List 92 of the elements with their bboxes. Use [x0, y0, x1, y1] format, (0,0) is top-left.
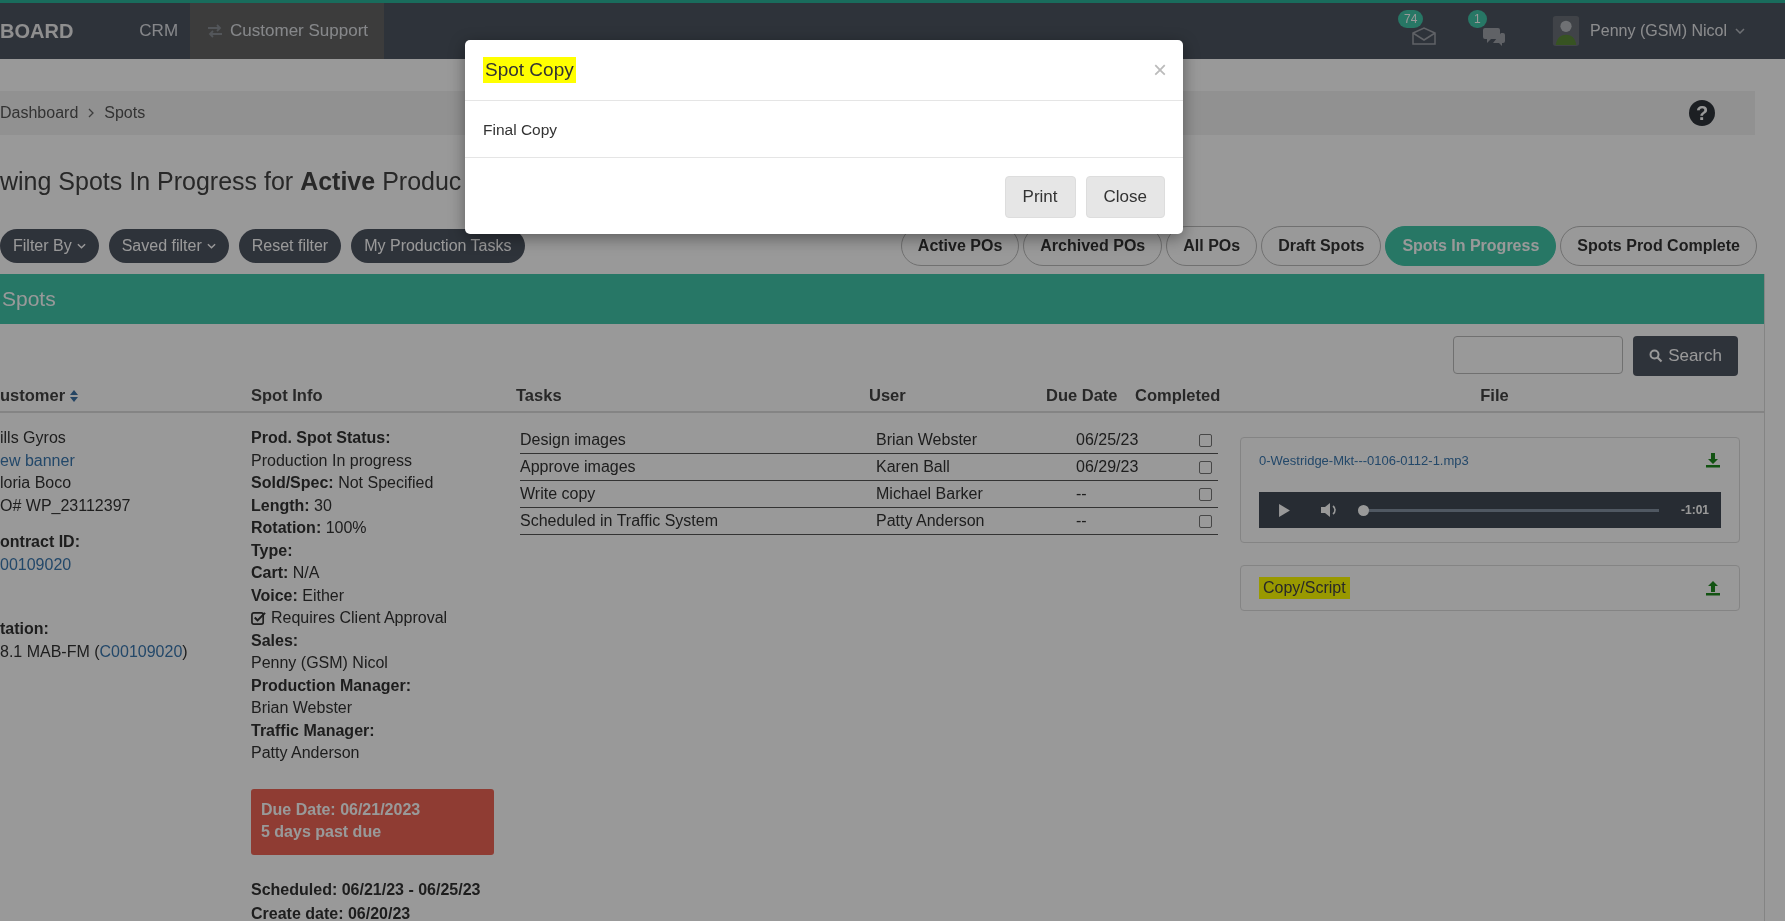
field-value: Brian Webster: [251, 698, 353, 718]
field-value: Patty Anderson: [251, 743, 360, 763]
chat-count-badge: 1: [1468, 10, 1487, 28]
mail-icon[interactable]: [1412, 26, 1437, 46]
field-label: Traffic Manager:: [251, 720, 375, 741]
task-cell-text: Scheduled in Traffic System: [520, 512, 720, 530]
customer-text: O# WP_23112397: [0, 495, 131, 516]
station-text: 8.1 MAB-FM (C00109020): [0, 641, 188, 662]
field-label: tation:: [0, 619, 49, 639]
user-cell-text: Patty Anderson: [876, 512, 986, 530]
due-date-cell-text: --: [1076, 485, 1088, 503]
field-label: Sales:: [251, 630, 299, 651]
swap-icon: [206, 24, 225, 38]
task-cell-text: Write copy: [520, 485, 597, 503]
download-icon[interactable]: [1705, 452, 1721, 468]
contract-link[interactable]: C00109020: [99, 642, 183, 660]
customer-link[interactable]: ew banner: [0, 449, 75, 472]
dialog-text: Final Copy: [483, 121, 558, 138]
dialog-button[interactable]: Close: [1085, 176, 1165, 218]
checkbox-label: Requires Client Approval: [271, 608, 448, 628]
upload-icon[interactable]: [1705, 580, 1721, 596]
user-cell-text: Michael Barker: [876, 485, 984, 503]
copy-script-label: Copy/Script: [1259, 577, 1350, 599]
customer-text: loria Boco: [0, 473, 72, 493]
seek-thumb[interactable]: [1358, 504, 1369, 516]
brand-name[interactable]: BOARD: [0, 19, 74, 43]
field-value: Production In progress: [251, 450, 412, 471]
spot-field: Voice: Either: [251, 584, 345, 607]
spot-field: Cart: N/A: [251, 562, 320, 585]
view-tab[interactable]: Spots Prod Complete: [1560, 226, 1757, 266]
filter-button[interactable]: Reset filter: [238, 229, 342, 263]
dialog-button[interactable]: Print: [1004, 176, 1076, 218]
breadcrumb-link[interactable]: Dashboard: [0, 104, 79, 122]
date-text: Scheduled: 06/21/23 - 06/25/23: [251, 879, 481, 900]
column-header: Spot Info: [251, 386, 324, 405]
spot-field: Rotation: 100%: [251, 517, 367, 540]
nav-link[interactable]: CRM: [131, 3, 187, 59]
user-cell-text: Brian Webster: [876, 431, 979, 449]
field-value: Penny (GSM) Nicol: [251, 653, 388, 673]
time-remaining: -1:01: [1681, 503, 1709, 517]
customer-text: ills Gyros: [0, 428, 66, 448]
column-header: Due Date: [1046, 386, 1119, 405]
spot-field: Sold/Spec: Not Specified: [251, 472, 434, 495]
help-button[interactable]: ?: [1689, 100, 1715, 126]
user-menu[interactable]: Penny (GSM) Nicol: [1590, 22, 1745, 40]
due-date-text: Due Date: 06/21/2023: [261, 799, 421, 820]
completed-checkbox[interactable]: [1199, 487, 1212, 501]
search-field[interactable]: [1453, 336, 1624, 374]
field-label: Production Manager:: [251, 675, 411, 696]
due-date-cell-text: 06/29/23: [1076, 458, 1140, 476]
breadcrumb-link[interactable]: Spots: [104, 104, 146, 122]
mail-count-badge: 74: [1398, 10, 1424, 28]
view-tab[interactable]: Draft Spots: [1261, 226, 1382, 266]
chat-icon[interactable]: [1482, 26, 1507, 46]
filter-button[interactable]: My Production Tasks: [351, 229, 525, 263]
volume-icon[interactable]: [1320, 502, 1338, 518]
filter-button[interactable]: Saved filter: [108, 229, 229, 263]
play-icon[interactable]: [1279, 503, 1290, 517]
chevron-icon: [88, 108, 95, 118]
field-label: Prod. Spot Status:: [251, 428, 391, 448]
date-text: Create date: 06/20/23: [251, 904, 411, 921]
column-header: ustomer: [0, 386, 251, 405]
search-icon: [1649, 349, 1664, 363]
due-date-cell-text: 06/25/23: [1076, 431, 1140, 449]
caret-icon: [1735, 28, 1745, 34]
column-header: Tasks: [516, 386, 563, 405]
nav-link[interactable]: Customer Support: [190, 3, 384, 59]
completed-checkbox[interactable]: [1199, 514, 1212, 528]
search-button[interactable]: Search: [1633, 336, 1738, 376]
avatar-icon[interactable]: [1552, 14, 1581, 48]
completed-checkbox[interactable]: [1199, 433, 1212, 447]
caret-icon: [76, 243, 86, 249]
completed-checkbox[interactable]: [1199, 460, 1212, 474]
caret-icon: [206, 243, 216, 249]
column-header: Completed: [1135, 386, 1222, 405]
sort-icon[interactable]: [70, 389, 79, 402]
column-header: User: [869, 386, 907, 405]
dialog-title: Spot Copy: [483, 57, 576, 83]
field-label: ontract ID:: [0, 532, 80, 552]
spot-field: Type:: [251, 539, 293, 562]
task-cell-text: Design images: [520, 431, 627, 449]
spot-field: Length: 30: [251, 494, 332, 517]
panel-title: Spots: [1, 287, 56, 311]
task-cell-text: Approve images: [520, 458, 637, 476]
due-date-cell-text: --: [1076, 512, 1088, 530]
overdue-text: 5 days past due: [261, 821, 382, 842]
customer-link[interactable]: 00109020: [0, 553, 72, 576]
column-header: File: [1479, 386, 1510, 405]
user-cell-text: Karen Ball: [876, 458, 951, 476]
view-tab[interactable]: All POs: [1166, 226, 1258, 266]
file-link[interactable]: 0-Westridge-Mkt---0106-0112-1.mp3: [1259, 452, 1469, 468]
filter-button[interactable]: Filter By: [0, 229, 99, 263]
